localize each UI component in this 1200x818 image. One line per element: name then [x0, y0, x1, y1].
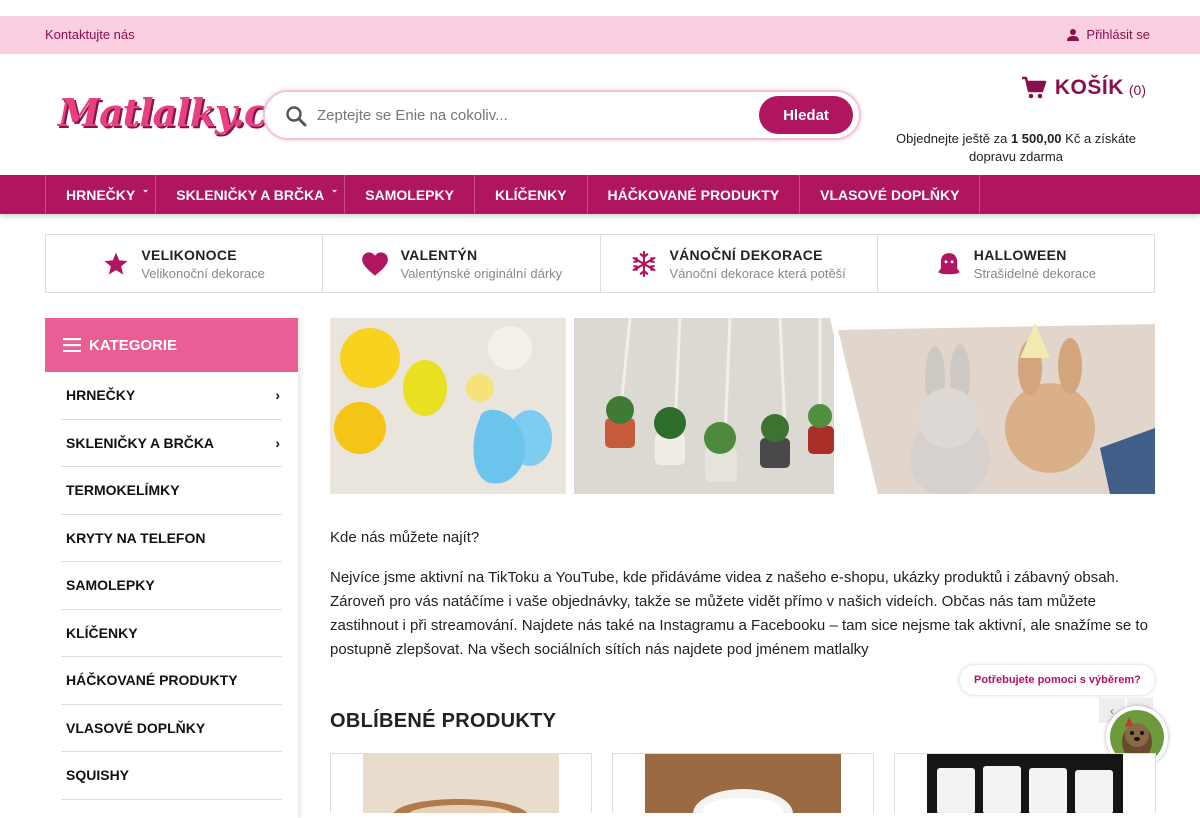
nav-item-hackovane[interactable]: HÁČKOVANÉ PRODUKTY [588, 175, 801, 214]
category-header[interactable]: KATEGORIE [45, 318, 298, 372]
cart-button[interactable]: KOŠÍK (0) [1021, 76, 1146, 100]
season-subtitle: Valentýnské originální dárky [400, 265, 563, 281]
product-image [927, 754, 1123, 813]
season-subtitle: Strašidelné dekorace [973, 265, 1096, 281]
about-text: Kde nás můžete najít? Nejvíce jsme aktiv… [330, 526, 1155, 662]
about-paragraph: Nejvíce jsme aktivní na TikToku a YouTub… [330, 569, 1148, 658]
chevron-right-icon: › [275, 434, 280, 451]
sidebar-item-label: KRYTY NA TELEFON [66, 529, 206, 546]
sidebar-item-hackovane[interactable]: HÁČKOVANÉ PRODUKTY [61, 657, 282, 705]
sidebar-item-squishy[interactable]: SQUISHY [61, 752, 282, 800]
season-bar: VELIKONOCE Velikonoční dekorace VALENTÝN V… [45, 234, 1155, 293]
nav-item-hrnecky[interactable]: HRNEČKY ⌄ [46, 175, 157, 214]
sidebar-item-vlasove[interactable]: VLASOVÉ DOPLŇKY [61, 705, 282, 752]
season-title: VALENTÝN [400, 246, 478, 263]
sidebar-item-termokelimky[interactable]: TERMOKELÍMKY [61, 467, 282, 515]
nav-label: HÁČKOVANÉ PRODUKTY [607, 186, 780, 203]
product-card[interactable] [894, 753, 1156, 813]
cart-icon [1021, 76, 1047, 99]
star-icon [104, 252, 128, 275]
nav-item-samolepky[interactable]: SAMOLEPKY [345, 175, 475, 214]
chevron-right-icon: › [275, 387, 280, 404]
search-input[interactable] [317, 102, 747, 128]
cart-count: (0) [1128, 82, 1146, 98]
product-image [363, 754, 559, 813]
header: Matlalky.cz Hledat KOŠÍK (0) Objednejte … [0, 54, 1200, 175]
sidebar-item-label: KLÍČENKY [66, 624, 138, 641]
sidebar-item-label: HRNEČKY [66, 387, 136, 404]
season-title: VELIKONOCE [141, 246, 237, 263]
where-heading: Kde nás můžete najít? [330, 529, 480, 546]
banner-image [330, 318, 1155, 494]
category-title: KATEGORIE [89, 336, 178, 354]
contact-link[interactable]: Kontaktujte nás [45, 27, 135, 42]
hero-banner[interactable] [330, 318, 1155, 494]
sidebar-item-hrnecky[interactable]: HRNEČKY › [61, 372, 282, 420]
logo[interactable]: Matlalky.cz [58, 90, 288, 135]
nav-label: SKLENIČKY A BRČKA [176, 186, 325, 203]
free-shipping-note: Objednejte ještě za 1 500,00 Kč a získát… [886, 130, 1146, 166]
sidebar-item-label: TERMOKELÍMKY [66, 482, 180, 499]
top-strip [0, 0, 1200, 16]
season-subtitle: Vánoční dekorace která potěší [669, 265, 846, 281]
search-box: Hledat [263, 90, 861, 140]
menu-icon [63, 338, 81, 352]
nav-label: KLÍČENKY [494, 186, 567, 203]
chevron-down-icon: ⌄ [141, 184, 150, 194]
sidebar-item-samolepky[interactable]: SAMOLEPKY [61, 562, 282, 610]
sidebar-item-label: SAMOLEPKY [66, 577, 155, 594]
product-cards [330, 753, 1156, 813]
cart-label: KOŠÍK [1054, 76, 1124, 99]
season-valentine[interactable]: VALENTÝN Valentýnské originální dárky [323, 235, 601, 292]
product-image [645, 754, 841, 813]
freeship-amount: 1 500,00 [1010, 131, 1062, 146]
chevron-down-icon: ⌄ [330, 184, 339, 194]
sidebar-item-kryty[interactable]: KRYTY NA TELEFON [61, 515, 282, 562]
season-subtitle: Velikonoční dekorace [141, 265, 265, 281]
heart-icon [361, 251, 388, 276]
category-sidebar: KATEGORIE HRNEČKY › SKLENIČKY A BRČKA › TE… [45, 318, 300, 818]
freeship-text-before: Objednejte ještě za [896, 131, 1008, 146]
sidebar-item-sklenicky[interactable]: SKLENIČKY A BRČKA › [61, 420, 282, 467]
ghost-icon [937, 252, 960, 274]
search-button[interactable]: Hledat [759, 96, 853, 134]
season-easter[interactable]: VELIKONOCE Velikonoční dekorace [46, 235, 324, 292]
help-bubble[interactable]: Potřebujete pomoci s výběrem? [960, 665, 1155, 695]
login-label: Přihlásit se [1086, 27, 1150, 42]
season-title: VÁNOČNÍ DEKORACE [669, 246, 823, 263]
sidebar-item-label: SKLENIČKY A BRČKA [66, 434, 215, 451]
product-card[interactable] [330, 753, 592, 813]
nav-item-klicenky[interactable]: KLÍČENKY [475, 175, 588, 214]
season-halloween[interactable]: HALLOWEEN Strašidelné dekorace [878, 235, 1154, 292]
sidebar-item-klicenky[interactable]: KLÍČENKY [61, 610, 282, 657]
season-title: HALLOWEEN [973, 246, 1067, 263]
topbar: Kontaktujte nás Přihlásit se [0, 16, 1200, 54]
product-card[interactable] [612, 753, 874, 813]
sidebar-item-label: HÁČKOVANÉ PRODUKTY [66, 672, 238, 689]
nav-item-sklenicky[interactable]: SKLENIČKY A BRČKA ⌄ [156, 175, 346, 214]
sidebar-item-label: VLASOVÉ DOPLŇKY [66, 719, 206, 736]
nav-label: HRNEČKY [66, 186, 136, 203]
sidebar-item-label: SQUISHY [66, 767, 130, 784]
main-nav: HRNEČKY ⌄ SKLENIČKY A BRČKA ⌄ SAMOLEPKY KL… [0, 175, 1200, 214]
snowflake-icon [633, 250, 656, 277]
user-icon [1067, 28, 1080, 41]
season-christmas[interactable]: VÁNOČNÍ DEKORACE Vánoční dekorace která p… [601, 235, 878, 292]
nav-item-vlasove[interactable]: VLASOVÉ DOPLŇKY [800, 175, 981, 214]
nav-label: VLASOVÉ DOPLŇKY [820, 186, 960, 203]
login-link[interactable]: Přihlásit se [1066, 27, 1150, 42]
nav-label: SAMOLEPKY [365, 186, 454, 203]
search-icon [286, 106, 307, 127]
popular-products-title: OBLÍBENÉ PRODUKTY [330, 710, 557, 732]
